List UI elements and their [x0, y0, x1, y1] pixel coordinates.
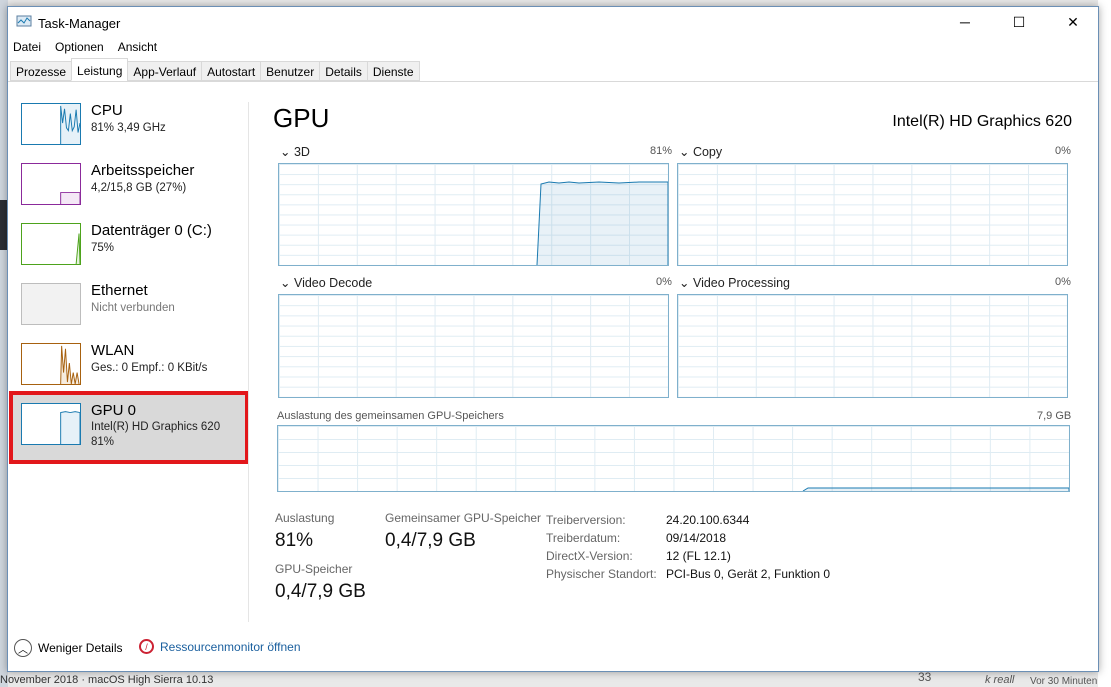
details-values: 24.20.100.6344 09/14/2018 12 (FL 12.1) P… [666, 511, 830, 583]
shared-memory-label: Gemeinsamer GPU-Speicher [385, 511, 542, 525]
graph-3d [278, 163, 669, 266]
chevron-up-circle-icon: ︿ [14, 639, 32, 657]
graph-3d-value: 81% [650, 145, 673, 157]
background-text: November 2018 · macOS High Sierra 10.13 [0, 674, 214, 686]
cpu-thumbnail [21, 103, 81, 145]
graph-video-processing [677, 294, 1068, 398]
title-bar: Task-Manager [16, 15, 120, 32]
task-manager-icon [16, 15, 32, 32]
tab-dienste[interactable]: Dienste [366, 61, 420, 81]
fewer-details-button[interactable]: ︿ Weniger Details [14, 639, 122, 657]
tab-details[interactable]: Details [319, 61, 368, 81]
chevron-down-icon: ⌄ [679, 276, 693, 290]
tab-app-verlauf[interactable]: App-Verlauf [127, 61, 203, 81]
chevron-down-icon: ⌄ [280, 276, 294, 290]
window-title: Task-Manager [38, 16, 121, 31]
chevron-down-icon: ⌄ [280, 145, 294, 159]
driver-date-value: 09/14/2018 [666, 531, 727, 545]
directx-value: 12 (FL 12.1) [666, 549, 731, 563]
sidebar-item-wlan[interactable]: WLAN Ges.: 0 Empf.: 0 KBit/s [20, 342, 250, 400]
sidebar-item-ethernet[interactable]: Ethernet Nicht verbunden [20, 282, 250, 340]
graph-video-processing-label[interactable]: ⌄ Video Processing [679, 275, 790, 290]
background-page-right [1098, 0, 1111, 687]
sidebar-item-memory[interactable]: Arbeitsspeicher 4,2/15,8 GB (27%) [20, 162, 250, 220]
graph-3d-label[interactable]: ⌄ 3D [280, 144, 310, 159]
tab-divider [8, 81, 1098, 82]
tab-prozesse[interactable]: Prozesse [10, 61, 73, 81]
tab-autostart[interactable]: Autostart [201, 61, 262, 81]
graph-video-decode-value: 0% [656, 276, 672, 288]
disk-thumbnail [21, 223, 81, 265]
tab-bar: Prozesse Leistung App-Verlauf Autostart … [10, 58, 420, 81]
gpu-memory-label: GPU-Speicher [275, 562, 353, 576]
utilization-label: Auslastung [275, 511, 335, 525]
shared-memory-line [802, 487, 1069, 491]
close-button[interactable]: ✕ [1050, 7, 1096, 37]
gpu-memory-value: 0,4/7,9 GB [275, 581, 366, 602]
menu-datei[interactable]: Datei [13, 40, 41, 54]
wlan-sub: Ges.: 0 Empf.: 0 KBit/s [91, 362, 208, 374]
graph-video-decode-label[interactable]: ⌄ Video Decode [280, 275, 372, 290]
utilization-value: 81% [275, 530, 314, 551]
minimize-button[interactable]: ─ [942, 7, 988, 37]
gpu-sub: Intel(R) HD Graphics 620 [91, 421, 221, 433]
graph-copy-value: 0% [1055, 145, 1071, 157]
wlan-thumbnail [21, 343, 81, 385]
sidebar-item-disk[interactable]: Datenträger 0 (C:) 75% [20, 222, 250, 280]
shared-memory-value: 0,4/7,9 GB [385, 530, 476, 551]
directx-label: DirectX-Version: [546, 549, 633, 563]
graph-copy-label[interactable]: ⌄ Copy [679, 144, 722, 159]
ethernet-label: Ethernet [91, 282, 148, 299]
background-comments: 33 [918, 670, 932, 684]
resource-monitor-link[interactable]: / Ressourcenmonitor öffnen [139, 639, 301, 654]
ethernet-thumbnail [21, 283, 81, 325]
page-title: GPU [273, 103, 330, 133]
driver-date-label: Treiberdatum: [546, 531, 621, 545]
graph-video-decode [278, 294, 669, 398]
graph-copy [677, 163, 1068, 266]
shared-memory-graph-label: Auslastung des gemeinsamen GPU-Speichers [277, 410, 504, 422]
maximize-button[interactable]: ☐ [996, 7, 1042, 37]
tab-benutzer[interactable]: Benutzer [260, 61, 321, 81]
cpu-label: CPU [91, 102, 123, 119]
driver-version-label: Treiberversion: [546, 513, 626, 527]
menu-optionen[interactable]: Optionen [55, 40, 104, 54]
graph-video-processing-value: 0% [1055, 276, 1071, 288]
background-author: k reall [985, 674, 1015, 686]
shared-memory-graph-value: 7,9 GB [1037, 410, 1072, 422]
gpu-model: Intel(R) HD Graphics 620 [892, 113, 1072, 130]
location-value: PCI-Bus 0, Gerät 2, Funktion 0 [666, 567, 831, 581]
gpu-label: GPU 0 [91, 402, 137, 419]
shared-memory-graph [277, 425, 1070, 492]
driver-version-value: 24.20.100.6344 [666, 513, 750, 527]
memory-label: Arbeitsspeicher [91, 162, 195, 179]
location-label: Physischer Standort: [546, 567, 657, 581]
menu-ansicht[interactable]: Ansicht [118, 40, 157, 54]
ethernet-sub: Nicht verbunden [91, 302, 175, 314]
disk-sub: 75% [91, 242, 115, 254]
memory-thumbnail [21, 163, 81, 205]
disk-label: Datenträger 0 (C:) [91, 222, 212, 239]
cpu-sub: 81% 3,49 GHz [91, 122, 166, 134]
background-time: Vor 30 Minuten [1030, 676, 1098, 687]
sidebar-item-gpu[interactable]: GPU 0 Intel(R) HD Graphics 620 81% [20, 402, 250, 460]
sidebar-item-cpu[interactable]: CPU 81% 3,49 GHz [20, 102, 250, 160]
gpu-sub-percent: 81% [91, 436, 115, 448]
resource-monitor-icon: / [139, 639, 154, 654]
graph-3d-line [536, 181, 668, 265]
details-keys: Treiberversion: Treiberdatum: DirectX-Ve… [546, 511, 657, 583]
task-manager-window: Task-Manager ─ ☐ ✕ Datei Optionen Ansich… [7, 6, 1099, 672]
tab-leistung[interactable]: Leistung [71, 58, 129, 81]
chevron-down-icon: ⌄ [679, 145, 693, 159]
gpu-thumbnail [21, 403, 81, 445]
memory-sub: 4,2/15,8 GB (27%) [91, 182, 187, 194]
wlan-label: WLAN [91, 342, 135, 359]
menu-bar: Datei Optionen Ansicht [13, 40, 157, 54]
